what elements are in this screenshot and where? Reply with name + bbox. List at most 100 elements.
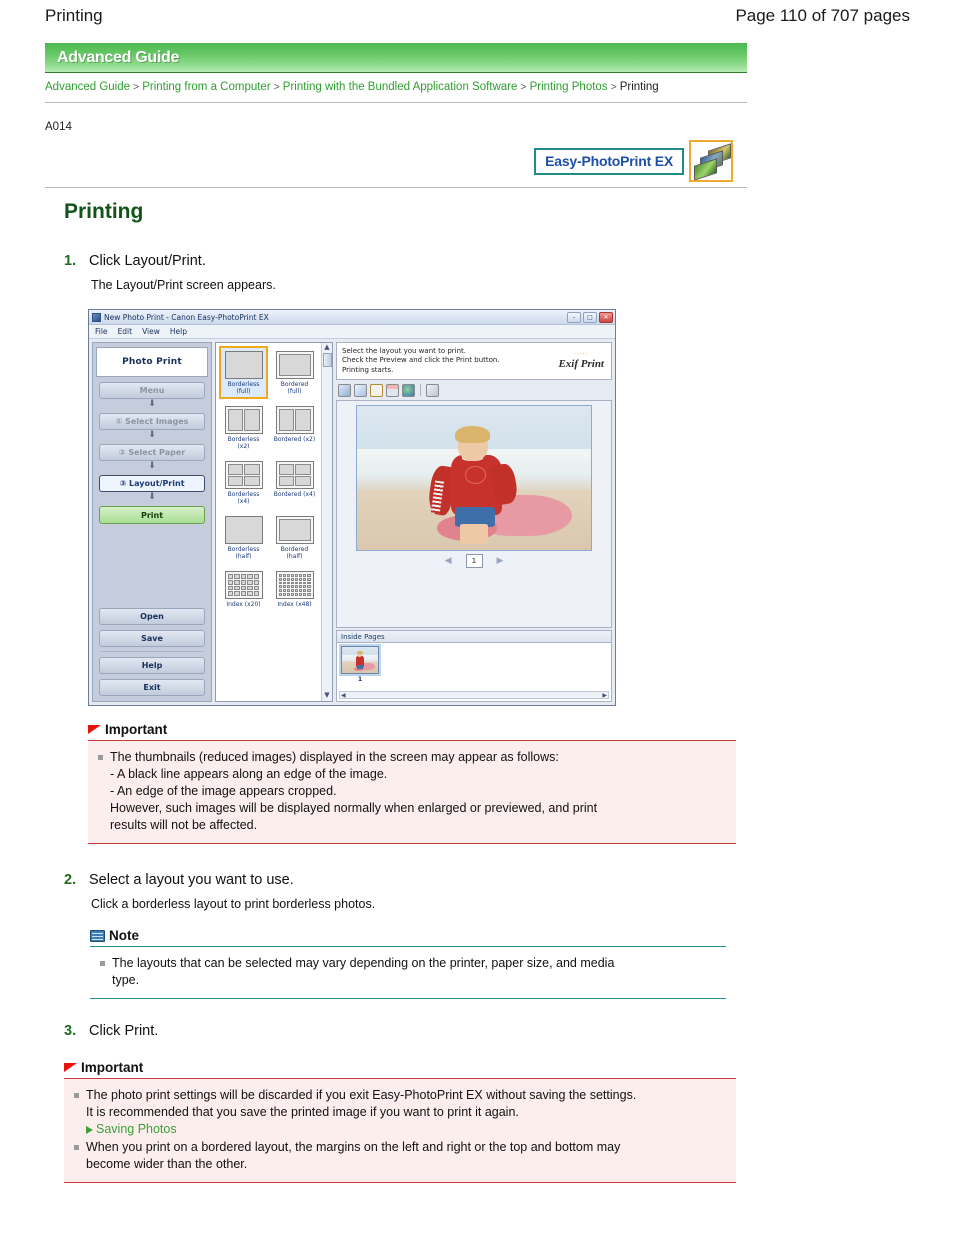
breadcrumb-separator: > — [610, 81, 617, 93]
breadcrumb-item-3[interactable]: Printing Photos — [530, 81, 608, 93]
instruction-line: Check the Preview and click the Print bu… — [342, 356, 500, 365]
preview-column: Select the layout you want to print. Chec… — [336, 342, 612, 702]
layout-thumbnail — [275, 571, 314, 599]
layout-option-1[interactable]: Bordered (full) — [270, 346, 319, 399]
save-button[interactable]: Save — [99, 630, 205, 647]
layout-option-4[interactable]: Borderless (x4) — [219, 456, 268, 509]
breadcrumb-separator: > — [273, 81, 280, 93]
sidebar-step-0[interactable]: Menu — [99, 382, 205, 399]
scroll-down-icon[interactable]: ▼ — [324, 691, 329, 699]
step-3-number: 3. — [64, 1023, 77, 1039]
layout-option-5[interactable]: Bordered (x4) — [270, 456, 319, 509]
layout-scrollbar[interactable]: ▲ ▼ — [321, 343, 332, 701]
scrollbar-thumb[interactable] — [322, 353, 332, 367]
bullet-line: The photo print settings will be discard… — [86, 1088, 637, 1102]
layout-option-9[interactable]: Index (x48) — [270, 566, 319, 612]
page-thumbnail-number: 1 — [357, 675, 363, 683]
main-heading: Printing — [64, 200, 144, 223]
instruction-text: Select the layout you want to print. Chec… — [342, 347, 500, 376]
page-thumbnail[interactable]: 1 — [339, 644, 381, 683]
bullet-square-icon — [74, 1145, 79, 1150]
frame-icon[interactable] — [386, 383, 399, 397]
rotate-right-icon[interactable] — [354, 383, 367, 397]
scroll-right-icon[interactable]: ▶ — [602, 692, 607, 699]
maximize-button[interactable]: □ — [583, 311, 597, 323]
print-settings-icon[interactable] — [426, 383, 439, 397]
sidebar-step-2[interactable]: ② Select Paper — [99, 444, 205, 461]
instruction-line: Select the layout you want to print. — [342, 346, 467, 355]
previous-page-icon[interactable]: ◀ — [445, 556, 452, 566]
badge-divider — [45, 187, 747, 188]
image-toolbar — [336, 382, 612, 398]
layout-thumbnail — [275, 351, 314, 379]
menu-item-help[interactable]: Help — [170, 327, 187, 336]
app-body: Photo Print Menu ⬇ ① Select Images ⬇ ② Selec… — [89, 339, 615, 705]
bullet-line: The thumbnails (reduced images) displaye… — [110, 750, 559, 764]
important-callout-2: Important The photo print settings will … — [64, 1060, 736, 1183]
current-page-indicator[interactable]: 1 — [465, 554, 483, 568]
bullet-item: The layouts that can be selected may var… — [100, 955, 716, 989]
layout-thumbnail — [275, 461, 314, 489]
layout-option-3[interactable]: Bordered (x2) — [270, 401, 319, 454]
layout-grid: Borderless (full) Bordered (full) Borderle… — [216, 343, 321, 701]
arrow-right-icon — [86, 1126, 93, 1134]
menu-item-view[interactable]: View — [142, 327, 160, 336]
layout-option-label: Index (x20) — [226, 601, 261, 608]
sidebar-step-3[interactable]: ③ Layout/Print — [99, 475, 205, 492]
crop-icon[interactable] — [370, 383, 383, 397]
step-1-subtitle: The Layout/Print screen appears. — [91, 278, 276, 292]
print-button[interactable]: Print — [99, 506, 205, 524]
layout-selection-panel[interactable]: Borderless (full) Bordered (full) Borderle… — [215, 342, 333, 702]
sidebar-step-1[interactable]: ① Select Images — [99, 413, 205, 430]
help-button[interactable]: Help — [99, 657, 205, 674]
step-1-number: 1. — [64, 253, 77, 269]
layout-option-8[interactable]: Index (x20) — [219, 566, 268, 612]
sidebar-header: Photo Print — [96, 347, 208, 377]
menu-item-file[interactable]: File — [95, 327, 108, 336]
layout-option-label: Borderless (x4) — [227, 491, 260, 505]
breadcrumb-item-0[interactable]: Advanced Guide — [45, 81, 130, 93]
app-icon — [92, 312, 101, 322]
close-button[interactable]: ✕ — [599, 311, 613, 323]
breadcrumb: Advanced Guide > Printing from a Computer >… — [45, 80, 747, 103]
bullet-line: The layouts that can be selected may var… — [112, 956, 615, 970]
bullet-item: When you print on a bordered layout, the… — [74, 1139, 726, 1173]
layout-option-6[interactable]: Borderless (half) — [219, 511, 268, 564]
instruction-bar: Select the layout you want to print. Chec… — [336, 342, 612, 380]
scroll-up-icon[interactable]: ▲ — [324, 343, 329, 351]
menu-item-edit[interactable]: Edit — [118, 327, 133, 336]
next-page-icon[interactable]: ▶ — [497, 556, 504, 566]
layout-thumbnail — [275, 516, 314, 544]
step-2-title: Select a layout you want to use. — [89, 872, 294, 888]
breadcrumb-item-1[interactable]: Printing from a Computer — [142, 81, 270, 93]
exit-button[interactable]: Exit — [99, 679, 205, 696]
scroll-left-icon[interactable]: ◀ — [341, 692, 346, 699]
preview-page[interactable] — [356, 405, 592, 551]
step-arrow-icon: ⬇ — [148, 430, 156, 440]
window-controls: – □ ✕ — [567, 311, 613, 323]
layout-thumbnail — [275, 406, 314, 434]
app-titlebar: New Photo Print - Canon Easy-PhotoPrint … — [89, 310, 615, 325]
layout-option-label: Bordered (full) — [280, 381, 309, 395]
bullet-item: The photo print settings will be discard… — [74, 1087, 726, 1138]
guide-header-area: Advanced Guide Advanced Guide > Printing f… — [45, 43, 747, 103]
saving-photos-link[interactable]: Saving Photos — [86, 1121, 636, 1138]
step-2-subtitle: Click a borderless layout to print borde… — [91, 897, 376, 911]
layout-option-7[interactable]: Bordered (half) — [270, 511, 319, 564]
breadcrumb-item-2[interactable]: Printing with the Bundled Application So… — [283, 81, 518, 93]
minimize-button[interactable]: – — [567, 311, 581, 323]
layout-option-label: Borderless (full) — [227, 381, 260, 395]
open-book-icon — [90, 929, 105, 942]
open-button[interactable]: Open — [99, 608, 205, 625]
app-menubar: File Edit View Help — [89, 325, 615, 339]
exif-print-text: Exif Print — [558, 358, 604, 370]
image-enhance-icon[interactable] — [402, 383, 415, 397]
inside-pages-scrollbar[interactable]: ◀ ▶ — [339, 691, 609, 699]
bullet-line: results will not be affected. — [110, 818, 258, 832]
layout-option-0[interactable]: Borderless (full) — [219, 346, 268, 399]
layout-option-2[interactable]: Borderless (x2) — [219, 401, 268, 454]
rotate-left-icon[interactable] — [338, 383, 351, 397]
sidebar-divider — [100, 651, 204, 652]
page-number-label: Page 110 of 707 pages — [735, 6, 910, 25]
breadcrumb-item-4: Printing — [619, 81, 659, 93]
